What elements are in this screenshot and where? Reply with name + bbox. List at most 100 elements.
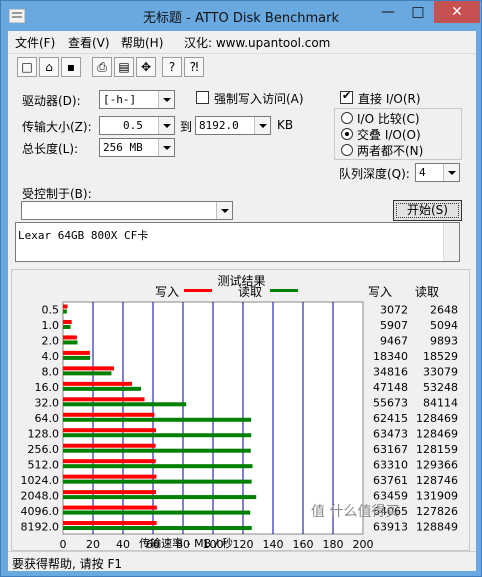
read-value: 127826 <box>416 505 458 518</box>
legend-write-label: 写入 <box>155 285 179 299</box>
minimize-button[interactable]: — <box>373 1 403 23</box>
read-bar <box>63 464 253 469</box>
transfer-to-label: 到 <box>180 120 193 134</box>
focus-rect <box>396 203 459 218</box>
menu-help[interactable]: 帮助(H) <box>121 34 163 51</box>
move-icon[interactable]: ✥ <box>136 57 156 77</box>
description-text: Lexar 64GB 800X CF卡 <box>18 229 149 242</box>
read-value: 53248 <box>423 381 458 394</box>
results-panel: 测试结果 写入 读取 写入 读取 传输速率 - MB / 秒 0 20 40 60 80… <box>11 269 470 551</box>
io-overlap-label: 交叠 I/O(O) <box>357 128 421 142</box>
drive-label: 驱动器(D): <box>22 94 81 108</box>
write-value: 63310 <box>373 458 408 471</box>
read-bar <box>63 402 187 407</box>
toolbar: □ ⌂ ▪ ⎙ ▤ ✥ ? ⁈ <box>8 53 476 79</box>
total-length-value: 256 MB <box>103 141 143 154</box>
total-length-select[interactable]: 256 MB <box>99 138 175 157</box>
chevron-down-icon[interactable] <box>443 164 459 181</box>
io-neither-radio[interactable] <box>341 144 353 156</box>
start-button[interactable]: 开始(S) <box>393 200 462 221</box>
write-value: 63167 <box>373 443 408 456</box>
print-icon[interactable]: ⎙ <box>92 57 112 77</box>
chevron-down-icon[interactable] <box>158 139 174 156</box>
write-bar <box>63 319 72 324</box>
read-bar <box>63 510 251 515</box>
maximize-button[interactable]: □ <box>403 1 433 23</box>
menu-file[interactable]: 文件(F) <box>15 34 55 51</box>
read-bar <box>63 355 91 360</box>
write-value: 18340 <box>373 350 408 363</box>
x-tick-label: 140 <box>263 538 284 551</box>
category-label: 256.0 <box>28 443 60 456</box>
write-bar <box>63 381 133 386</box>
menu-view[interactable]: 查看(V) <box>68 34 110 51</box>
write-bar <box>63 304 68 309</box>
write-bar <box>63 366 114 371</box>
menu-bar: 文件(F) 查看(V) 帮助(H) 汉化: www.upantool.com <box>8 31 476 51</box>
title-bar[interactable]: 无标题 - ATTO Disk Benchmark — □ ✕ <box>1 1 481 31</box>
description-field[interactable]: Lexar 64GB 800X CF卡 <box>15 222 460 262</box>
category-label: 1.0 <box>42 319 60 332</box>
controlled-by-select[interactable] <box>21 201 233 220</box>
write-value: 63761 <box>373 474 408 487</box>
io-overlap-radio[interactable] <box>341 128 353 140</box>
category-label: 8.0 <box>42 366 60 379</box>
read-value: 128746 <box>416 474 458 487</box>
x-tick-label: 180 <box>323 538 344 551</box>
write-value: 63473 <box>373 427 408 440</box>
menu-credit[interactable]: 汉化: www.upantool.com <box>184 34 330 51</box>
write-value: 47148 <box>373 381 408 394</box>
read-value: 131909 <box>416 489 458 502</box>
transfer-from-select[interactable]: 0.5 <box>99 116 175 135</box>
print-preview-icon[interactable]: ▤ <box>114 57 134 77</box>
memo-scrollbar[interactable] <box>443 223 459 261</box>
status-bar: 要获得帮助, 请按 F1 <box>8 551 476 571</box>
write-bar <box>63 490 156 495</box>
chevron-down-icon[interactable] <box>158 117 174 134</box>
open-icon[interactable]: ⌂ <box>39 57 59 77</box>
transfer-size-label: 传输大小(Z): <box>22 120 92 134</box>
write-value: 3072 <box>380 304 408 317</box>
x-tick-label: 60 <box>146 538 160 551</box>
read-bar <box>63 309 67 314</box>
queue-depth-label: 队列深度(Q): <box>339 167 410 181</box>
queue-depth-select[interactable]: 4 <box>415 163 460 182</box>
context-help-icon[interactable]: ⁈ <box>184 57 204 77</box>
close-button[interactable]: ✕ <box>434 1 480 23</box>
chevron-down-icon[interactable] <box>254 117 270 134</box>
status-text: 要获得帮助, 请按 F1 <box>12 557 122 571</box>
write-value: 34816 <box>373 366 408 379</box>
legend-write-swatch <box>184 289 212 292</box>
category-label: 8192.0 <box>21 520 60 533</box>
transfer-to-select[interactable]: 8192.0 <box>195 116 271 135</box>
force-write-checkbox[interactable] <box>196 91 209 104</box>
chevron-down-icon[interactable] <box>216 202 232 219</box>
new-icon[interactable]: □ <box>17 57 37 77</box>
write-bar <box>63 459 156 464</box>
read-bar <box>63 448 251 453</box>
watermark: 值 什么值得买 <box>311 504 400 520</box>
read-value: 2648 <box>430 304 458 317</box>
read-bar <box>63 417 252 422</box>
category-label: 2048.0 <box>21 489 60 502</box>
read-value: 128469 <box>416 427 458 440</box>
x-tick-label: 80 <box>176 538 190 551</box>
save-icon[interactable]: ▪ <box>61 57 81 77</box>
chevron-down-icon[interactable] <box>158 91 174 108</box>
category-label: 0.5 <box>42 304 60 317</box>
read-bar <box>63 386 141 391</box>
transfer-to-value: 8192.0 <box>199 119 239 132</box>
write-bar <box>63 521 157 526</box>
transfer-from-value: 0.5 <box>123 119 143 132</box>
category-label: 4.0 <box>42 350 60 363</box>
direct-io-checkbox[interactable] <box>340 89 353 104</box>
io-neither-label: 两者都不(N) <box>357 144 424 158</box>
io-compare-radio[interactable] <box>341 112 353 124</box>
help-icon[interactable]: ? <box>162 57 182 77</box>
drive-select[interactable]: [-h-] <box>99 90 175 109</box>
x-tick-label: 40 <box>116 538 130 551</box>
read-bar <box>63 371 112 376</box>
read-value: 84114 <box>423 397 458 410</box>
controlled-by-label: 受控制于(B): <box>22 187 92 201</box>
write-value: 63913 <box>373 520 408 533</box>
